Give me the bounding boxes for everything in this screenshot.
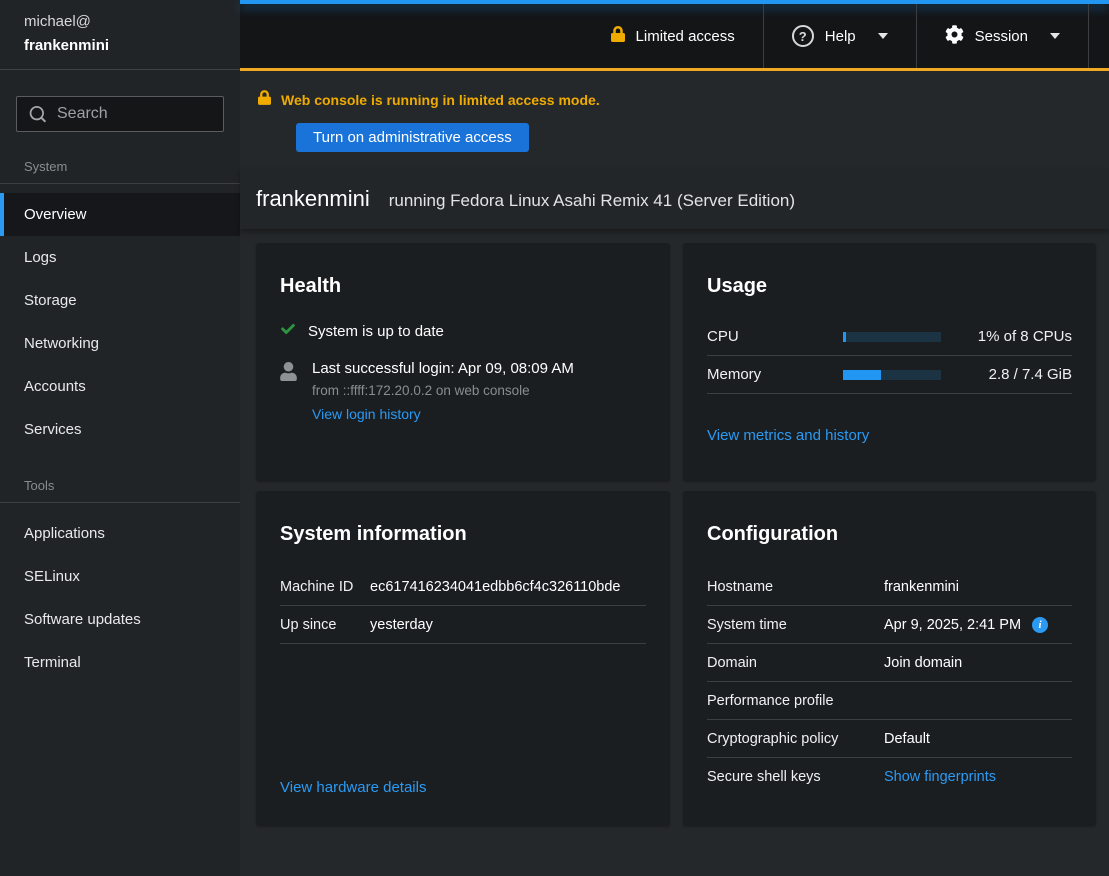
sidebar-item-software-updates[interactable]: Software updates — [0, 598, 240, 641]
usage-card: Usage CPU 1% of 8 CPUs Memory 2.8 / 7.4 … — [683, 243, 1096, 481]
turn-on-admin-access-button[interactable]: Turn on administrative access — [296, 123, 529, 152]
cpu-progress-bar — [843, 332, 941, 342]
lock-icon — [611, 26, 625, 46]
cryptographic-policy-row: Cryptographic policy Default — [707, 720, 1072, 758]
cpu-value: 1% of 8 CPUs — [941, 328, 1072, 345]
health-card: Health System is up to date Last success… — [256, 243, 670, 481]
domain-label: Domain — [707, 655, 884, 671]
page-subtitle: running Fedora Linux Asahi Remix 41 (Ser… — [389, 191, 795, 211]
limited-access-banner: Web console is running in limited access… — [240, 71, 1109, 152]
hostname-row: Hostname frankenmini — [707, 568, 1072, 606]
cpu-label: CPU — [707, 328, 843, 345]
user-login: michael@ — [24, 10, 216, 34]
usage-card-title: Usage — [707, 275, 1072, 298]
sidebar-item-accounts[interactable]: Accounts — [0, 365, 240, 408]
overview-cards: Health System is up to date Last success… — [240, 229, 1109, 826]
sidebar: michael@ frankenmini System Overview Log… — [0, 0, 240, 876]
view-hardware-details-link[interactable]: View hardware details — [280, 779, 426, 796]
sidebar-item-terminal[interactable]: Terminal — [0, 641, 240, 684]
sidebar-item-storage[interactable]: Storage — [0, 279, 240, 322]
chevron-down-icon — [1050, 33, 1060, 39]
help-label: Help — [825, 28, 856, 45]
view-login-history-link[interactable]: View login history — [312, 406, 421, 422]
machine-id-label: Machine ID — [280, 579, 370, 595]
up-since-label: Up since — [280, 617, 370, 633]
configuration-title: Configuration — [707, 523, 1072, 546]
sidebar-item-services[interactable]: Services — [0, 408, 240, 451]
join-domain-value: Join domain — [884, 655, 962, 671]
chevron-down-icon — [878, 33, 888, 39]
sidebar-item-overview[interactable]: Overview — [0, 193, 240, 236]
system-time-label: System time — [707, 617, 884, 633]
nav-section-label-tools: Tools — [0, 478, 240, 503]
nav-section-label-system: System — [0, 159, 240, 184]
sidebar-item-applications[interactable]: Applications — [0, 512, 240, 555]
question-circle-icon: ? — [792, 25, 814, 47]
masthead-spacer — [1088, 4, 1109, 68]
cryptographic-policy-value: Default — [884, 731, 930, 747]
hostname-label: Hostname — [707, 579, 884, 595]
nav-section-system: System Overview Logs Storage Networking … — [0, 159, 240, 451]
up-since-value: yesterday — [370, 617, 433, 633]
configuration-card: Configuration Hostname frankenmini Syste… — [683, 491, 1096, 826]
memory-progress-bar — [843, 370, 941, 380]
user-hostname: frankenmini — [24, 34, 216, 58]
lock-icon — [258, 90, 271, 110]
memory-usage-row: Memory 2.8 / 7.4 GiB — [707, 356, 1072, 394]
info-circle-icon[interactable]: i — [1032, 617, 1048, 633]
last-login-text: Last successful login: Apr 09, 08:09 AM — [312, 360, 574, 377]
sidebar-item-selinux[interactable]: SELinux — [0, 555, 240, 598]
user-icon — [280, 362, 297, 386]
last-login-detail: from ::ffff:172.20.0.2 on web console — [312, 383, 574, 398]
user-block: michael@ frankenmini — [0, 0, 240, 70]
banner-message: Web console is running in limited access… — [281, 92, 600, 108]
performance-profile-label: Performance profile — [707, 693, 884, 709]
system-time-value: Apr 9, 2025, 2:41 PM — [884, 617, 1021, 633]
cryptographic-policy-label: Cryptographic policy — [707, 731, 884, 747]
help-menu[interactable]: ? Help — [763, 4, 916, 68]
nav-section-tools: Tools Applications SELinux Software upda… — [0, 478, 240, 684]
session-label: Session — [975, 28, 1028, 45]
secure-shell-keys-label: Secure shell keys — [707, 769, 884, 785]
machine-id-value: ec617416234041edbb6cf4c326110bde — [370, 579, 621, 595]
cpu-usage-row: CPU 1% of 8 CPUs — [707, 318, 1072, 356]
system-time-row: System time Apr 9, 2025, 2:41 PM i — [707, 606, 1072, 644]
system-information-title: System information — [280, 523, 646, 546]
sidebar-item-networking[interactable]: Networking — [0, 322, 240, 365]
updates-status: System is up to date — [308, 323, 444, 340]
system-information-card: System information Machine ID ec61741623… — [256, 491, 670, 826]
gear-icon — [945, 25, 964, 48]
memory-progress-fill — [843, 370, 881, 380]
check-icon — [280, 322, 296, 340]
page-header: frankenmini running Fedora Linux Asahi R… — [240, 169, 1109, 229]
view-metrics-link[interactable]: View metrics and history — [707, 427, 869, 444]
cpu-progress-fill — [843, 332, 846, 342]
sidebar-item-logs[interactable]: Logs — [0, 236, 240, 279]
limited-access-label: Limited access — [636, 28, 735, 45]
domain-row: Domain Join domain — [707, 644, 1072, 682]
limited-access-indicator[interactable]: Limited access — [583, 4, 763, 68]
up-since-row: Up since yesterday — [280, 606, 646, 644]
hostname-value: frankenmini — [884, 579, 959, 595]
secure-shell-keys-row: Secure shell keys Show fingerprints — [707, 758, 1072, 796]
masthead: Limited access ? Help Session — [240, 0, 1109, 71]
memory-value: 2.8 / 7.4 GiB — [941, 366, 1072, 383]
machine-id-row: Machine ID ec617416234041edbb6cf4c326110… — [280, 568, 646, 606]
search-input[interactable] — [17, 97, 223, 131]
session-menu[interactable]: Session — [916, 4, 1088, 68]
health-card-title: Health — [280, 275, 646, 298]
search-box — [16, 96, 224, 132]
page-title: frankenmini — [256, 186, 370, 212]
main-content: Web console is running in limited access… — [240, 71, 1109, 876]
performance-profile-row: Performance profile — [707, 682, 1072, 720]
show-fingerprints-link[interactable]: Show fingerprints — [884, 769, 996, 785]
memory-label: Memory — [707, 366, 843, 383]
